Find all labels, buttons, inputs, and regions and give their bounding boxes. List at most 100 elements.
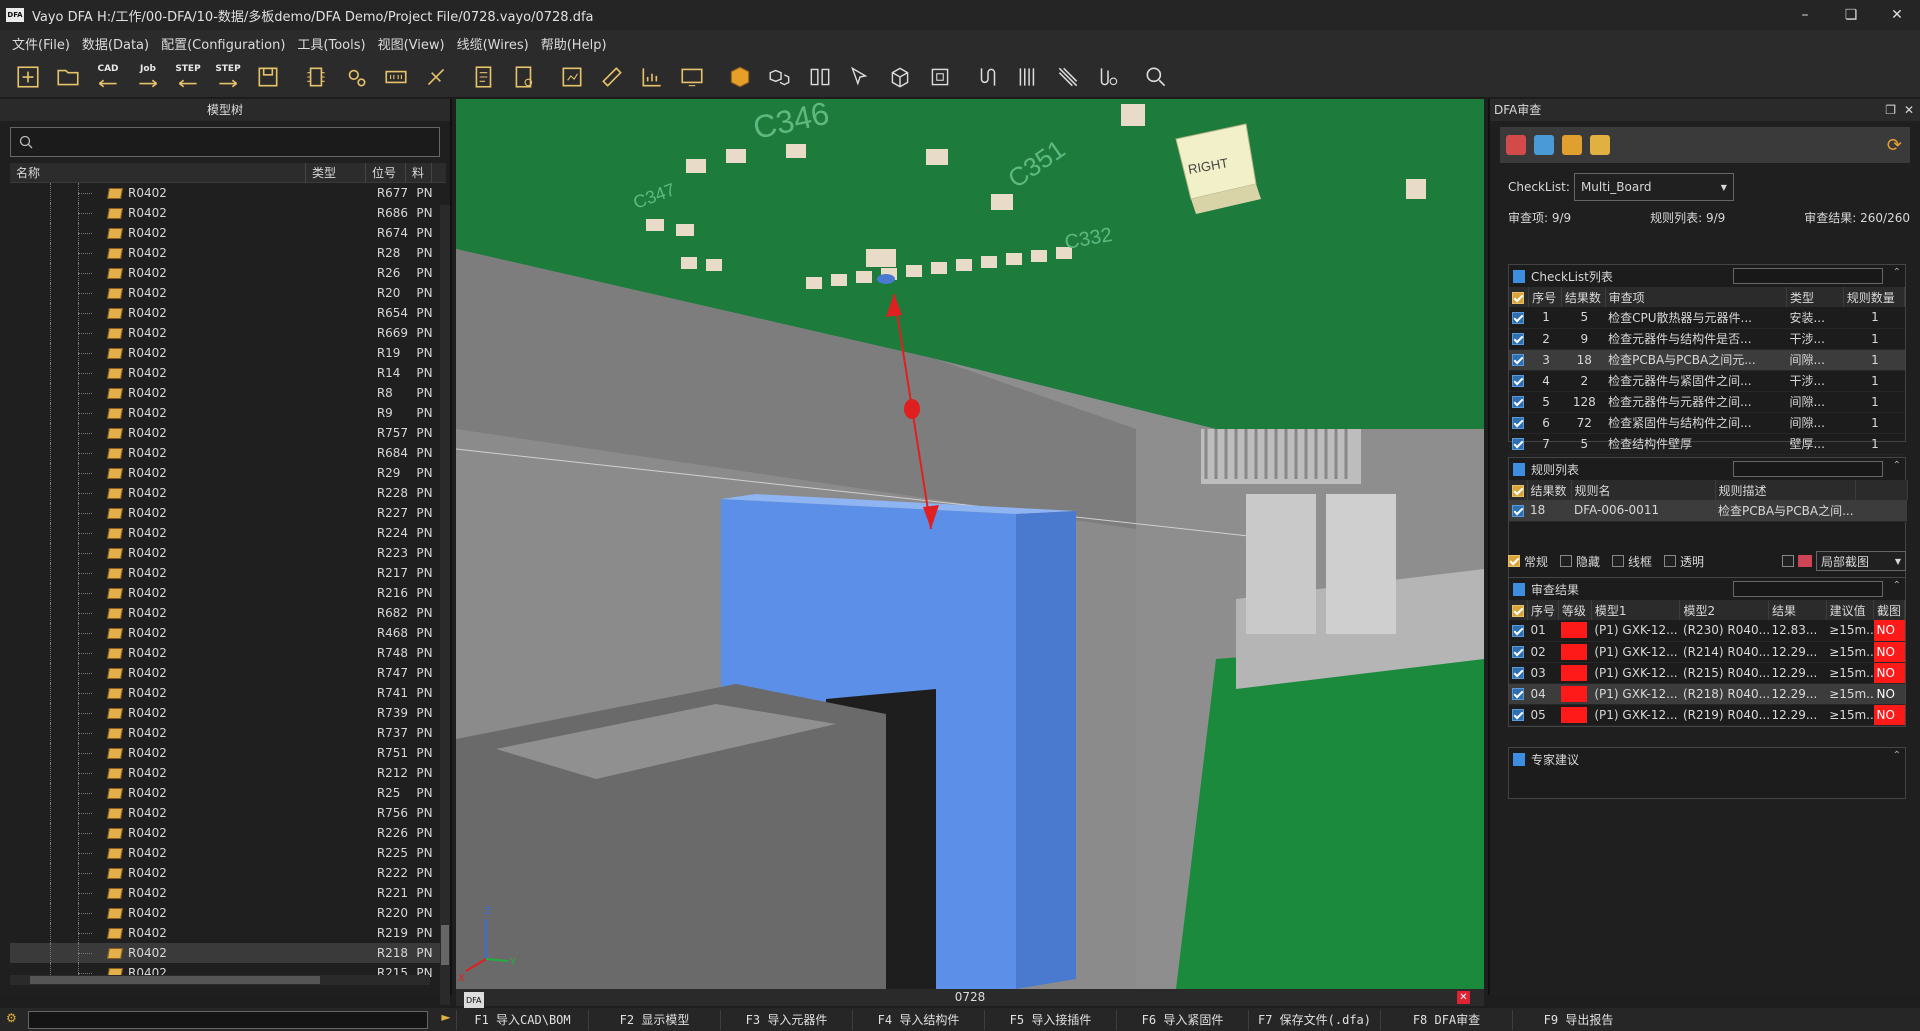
open-button[interactable] — [48, 59, 88, 95]
checklist-search-input[interactable] — [1733, 268, 1883, 284]
checklist-row[interactable]: 4 2 检查元器件与紧固件之间... 干涉... 1 — [1509, 370, 1905, 392]
connector-button[interactable] — [376, 59, 416, 95]
tree-row[interactable]: R0402 R26 PN — [10, 263, 446, 283]
result-row[interactable]: 03 (P1) GXK-12... (R215) R040... 12.29... ≥1… — [1509, 662, 1905, 684]
row-checkbox[interactable] — [1512, 333, 1524, 345]
col-no[interactable]: 序号 — [1528, 287, 1562, 307]
fkey-button-4[interactable]: F4 导入结构件 — [852, 1009, 984, 1030]
import-step-button[interactable]: STEP — [168, 59, 208, 95]
harness-button[interactable] — [1008, 59, 1048, 95]
col-type[interactable]: 类型 — [306, 162, 366, 183]
tree-row[interactable]: R0402 R228 PN — [10, 483, 446, 503]
tree-row[interactable]: R0402 R8 PN — [10, 383, 446, 403]
solid-view-button[interactable] — [720, 59, 760, 95]
cable-button[interactable] — [1048, 59, 1088, 95]
explode-view-button[interactable] — [760, 59, 800, 95]
tree-horizontal-scrollbar[interactable] — [10, 975, 430, 985]
col-material[interactable]: 料 — [406, 162, 432, 183]
dock-icon[interactable]: ❐ — [1885, 99, 1896, 121]
col-model2[interactable]: 模型2 — [1679, 600, 1769, 620]
chart-button[interactable] — [632, 59, 672, 95]
row-checkbox[interactable] — [1512, 624, 1524, 637]
tree-row[interactable]: R0402 R468 PN — [10, 623, 446, 643]
tree-row[interactable]: R0402 R19 PN — [10, 343, 446, 363]
menu-file[interactable]: 文件(File) — [6, 34, 76, 53]
tree-vertical-scrollbar[interactable] — [440, 205, 450, 1005]
row-checkbox[interactable] — [1512, 417, 1524, 429]
option-normal[interactable]: 常规 — [1508, 553, 1548, 570]
select-button[interactable] — [840, 59, 880, 95]
checklist-row[interactable]: 5 128 检查元器件与元器件之间... 间隙... 1 — [1509, 391, 1905, 413]
panel-close-icon[interactable]: ✕ — [1904, 99, 1914, 121]
results-search-input[interactable] — [1733, 581, 1883, 597]
report-button[interactable] — [552, 59, 592, 95]
row-checkbox[interactable] — [1512, 646, 1524, 658]
screen-button[interactable] — [672, 59, 712, 95]
tree-row[interactable]: R0402 R225 PN — [10, 843, 446, 863]
fkey-button-5[interactable]: F5 导入接插件 — [984, 1009, 1116, 1030]
checklist-select[interactable]: Multi_Board ▼ — [1573, 173, 1734, 201]
tree-row[interactable]: R0402 R220 PN — [10, 903, 446, 923]
tree-row[interactable]: R0402 R748 PN — [10, 643, 446, 663]
row-checkbox[interactable] — [1512, 354, 1524, 366]
tree-scroll-thumb[interactable] — [441, 925, 449, 965]
tree-row[interactable]: R0402 R218 PN — [10, 943, 446, 963]
viewport-close-icon[interactable]: ✕ — [1457, 991, 1470, 1004]
camera-icon[interactable] — [1798, 555, 1812, 567]
col-ref[interactable]: 位号 — [366, 162, 406, 183]
select-all-checkbox[interactable] — [1509, 287, 1530, 307]
tree-row[interactable]: R0402 R221 PN — [10, 883, 446, 903]
fkey-button-9[interactable]: F9 导出报告 — [1512, 1009, 1644, 1030]
export-step-button[interactable]: STEP — [208, 59, 248, 95]
delete-review-icon[interactable] — [1506, 135, 1526, 155]
tree-row[interactable]: R0402 R751 PN — [10, 743, 446, 763]
menu-tools[interactable]: 工具(Tools) — [291, 34, 371, 53]
checklist-row[interactable]: 6 72 检查紧固件与结构件之间... 间隙... 1 — [1509, 412, 1905, 434]
col-suggest[interactable]: 建议值 — [1826, 600, 1875, 620]
review-settings-button[interactable] — [504, 59, 544, 95]
save-button[interactable] — [248, 59, 288, 95]
result-row[interactable]: 06 (P1) GXK-12...(R220) R040...12.36...≥1… — [1509, 725, 1905, 726]
row-checkbox[interactable] — [1512, 688, 1524, 700]
collapse-icon[interactable]: ⌃ — [1893, 267, 1901, 278]
wire-button[interactable] — [968, 59, 1008, 95]
tree-row[interactable]: R0402 R219 PN — [10, 923, 446, 943]
search-button[interactable] — [1136, 59, 1176, 95]
checklist-row[interactable]: 3 18 检查PCBA与PCBA之间元... 间隙... 1 — [1509, 349, 1905, 371]
review-doc-button[interactable] — [464, 59, 504, 95]
minimize-button[interactable]: – — [1782, 0, 1828, 30]
tree-row[interactable]: R0402 R682 PN — [10, 603, 446, 623]
collapse-icon[interactable]: ⌃ — [1893, 460, 1901, 471]
result-row[interactable]: 01 (P1) GXK-12... (R230) R040... 12.83... ≥1… — [1509, 620, 1905, 642]
tree-row[interactable]: R0402 R25 PN — [10, 783, 446, 803]
collapse-icon[interactable]: ⌃ — [1893, 750, 1901, 761]
folder-icon[interactable] — [1590, 135, 1610, 155]
row-checkbox[interactable] — [1512, 375, 1524, 387]
menu-view[interactable]: 视图(View) — [372, 34, 451, 53]
row-checkbox[interactable] — [1512, 667, 1524, 679]
tree-row[interactable]: R0402 R669 PN — [10, 323, 446, 343]
section-view-button[interactable] — [800, 59, 840, 95]
table-row[interactable]: 18 DFA-006-0011 检查PCBA与PCBA之间... — [1509, 500, 1907, 522]
screenshot-mode-select[interactable]: 局部截图 ▼ — [1816, 551, 1906, 571]
fkey-button-2[interactable]: F2 显示模型 — [588, 1009, 720, 1030]
menu-data[interactable]: 数据(Data) — [76, 34, 155, 53]
col-rule-name[interactable]: 规则名 — [1571, 480, 1716, 500]
fit-view-button[interactable] — [920, 59, 960, 95]
fkey-button-8[interactable]: F8 DFA审查 — [1380, 1009, 1512, 1030]
option-wireframe[interactable]: 线框 — [1612, 553, 1652, 570]
tree-row[interactable]: R0402 R216 PN — [10, 583, 446, 603]
tree-row[interactable]: R0402 R677 PN — [10, 183, 446, 203]
tree-row[interactable]: R0402 R29 PN — [10, 463, 446, 483]
rule-select-all-checkbox[interactable] — [1509, 480, 1528, 500]
tree-row[interactable]: R0402 R756 PN — [10, 803, 446, 823]
refresh-icon[interactable]: ⟳ — [1887, 135, 1902, 156]
tree-row[interactable]: R0402 R14 PN — [10, 363, 446, 383]
col-rule-desc[interactable]: 规则描述 — [1715, 480, 1856, 500]
row-checkbox[interactable] — [1512, 311, 1524, 324]
results-select-all-checkbox[interactable] — [1509, 600, 1529, 620]
row-checkbox[interactable] — [1512, 504, 1524, 517]
result-row[interactable]: 04 (P1) GXK-12... (R218) R040... 12.29... ≥1… — [1509, 683, 1905, 705]
viewport-name[interactable]: 0728 — [955, 990, 986, 1004]
row-checkbox[interactable] — [1512, 396, 1524, 408]
